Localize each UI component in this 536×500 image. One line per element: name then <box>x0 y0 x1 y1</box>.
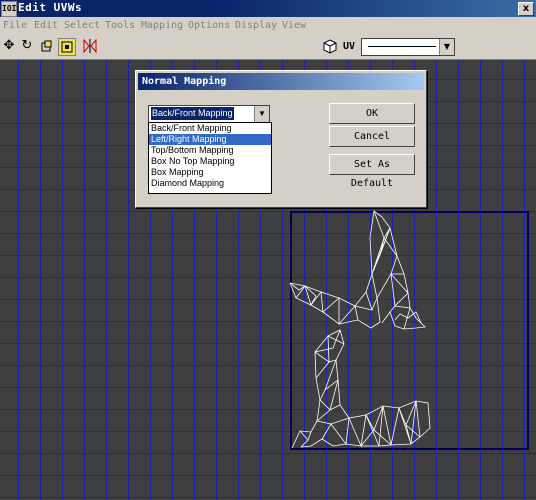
uv-boundary <box>290 211 529 450</box>
mapping-option[interactable]: Box Mapping <box>149 167 271 178</box>
menu-options[interactable]: Options <box>188 20 230 31</box>
mapping-option[interactable]: Diamond Mapping <box>149 178 271 189</box>
ok-button[interactable]: OK <box>329 103 415 124</box>
dialog-title: Normal Mapping <box>138 73 424 90</box>
set-as-default-button[interactable]: Set As Default <box>329 154 415 189</box>
mapping-options-list[interactable]: Back/Front Mapping Left/Right Mapping To… <box>148 122 272 194</box>
rotate-icon[interactable]: ↻ <box>19 38 35 54</box>
mapping-select[interactable]: Back/Front Mapping ▼ <box>148 105 270 123</box>
menu-file[interactable]: File <box>3 20 27 31</box>
uv-label: UV <box>343 41 356 52</box>
title-bar: IOI Edit UVWs x <box>0 0 536 17</box>
menu-view[interactable]: View <box>282 20 306 31</box>
mapping-option[interactable]: Back/Front Mapping <box>149 123 271 134</box>
mapping-select-value: Back/Front Mapping <box>151 107 234 120</box>
chevron-down-icon[interactable]: ▼ <box>439 39 454 55</box>
freeform-icon[interactable] <box>58 38 76 56</box>
menu-edit[interactable]: Edit <box>34 20 58 31</box>
menu-mapping[interactable]: Mapping <box>141 20 183 31</box>
chevron-down-icon[interactable]: ▼ <box>254 106 269 122</box>
uv-mesh-upper <box>289 210 426 330</box>
mapping-option[interactable]: Left/Right Mapping <box>149 134 271 145</box>
menu-tools[interactable]: Tools <box>105 20 135 31</box>
menu-select[interactable]: Select <box>64 20 100 31</box>
uv-map-dropdown[interactable]: ▼ <box>361 38 455 56</box>
mapping-option[interactable]: Top/Bottom Mapping <box>149 145 271 156</box>
mapping-option[interactable]: Box No Top Mapping <box>149 156 271 167</box>
close-button[interactable]: x <box>518 2 534 16</box>
move-icon[interactable]: ✥ <box>1 38 17 54</box>
mirror-icon[interactable] <box>82 38 98 54</box>
menu-bar: File Edit Select Tools Mapping Options D… <box>0 17 536 35</box>
uv-map-value <box>368 46 436 47</box>
toolbar: ✥ ↻ UV ▼ <box>0 35 536 60</box>
uv-mesh-lower <box>291 329 431 449</box>
app-icon: IOI <box>1 1 17 17</box>
cube-icon[interactable] <box>322 38 338 54</box>
scale-icon[interactable] <box>39 38 55 54</box>
window-title: Edit UVWs <box>18 1 83 14</box>
normal-mapping-dialog: Normal Mapping Back/Front Mapping ▼ Back… <box>135 70 427 208</box>
menu-display[interactable]: Display <box>235 20 277 31</box>
cancel-button[interactable]: Cancel <box>329 126 415 147</box>
